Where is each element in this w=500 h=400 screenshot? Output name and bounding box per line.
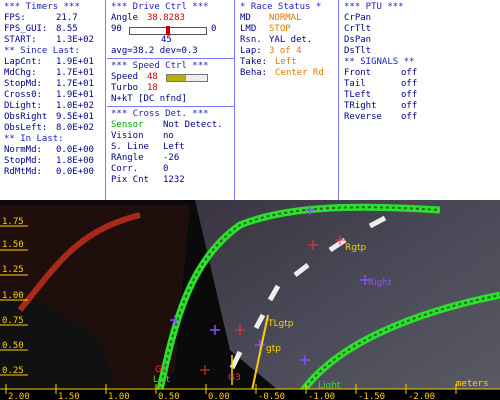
timers-panel: *** Timers *** FPS: 21.7 FPS_GUI: 8.55 STA… xyxy=(0,0,106,200)
speed-value: 48 xyxy=(147,72,158,82)
race-beha-row: Beha: Center Rd xyxy=(240,68,324,78)
drive-ctrl-title: *** Drive Ctrl *** xyxy=(111,2,209,12)
speed-gauge xyxy=(166,74,208,82)
rangle-row: RAngle -26 xyxy=(111,153,180,163)
corr-row: Corr. 0 xyxy=(111,164,169,174)
in-last-title: ** In Last: xyxy=(4,134,64,144)
in-last-row: RdMtMd: 0.0E+00 xyxy=(4,167,94,177)
race-take-row: Take: Left xyxy=(240,57,297,67)
ptu-item: CrPan xyxy=(344,13,372,23)
turbo-row: Turbo 18 xyxy=(111,83,158,93)
angle-row: Angle 38.8283 xyxy=(111,13,185,23)
tlgtp-label: TLgtp xyxy=(267,319,294,329)
since-row: MdChg: 1.7E+01 xyxy=(4,68,94,78)
angle-slider[interactable] xyxy=(129,26,207,35)
x-tick: -2.00 xyxy=(408,392,435,400)
race-lap-row: Lap: 3 of 4 xyxy=(240,46,302,56)
ptu-panel: *** PTU *** CrPan CrTlt DsPan DsTlt ** S… xyxy=(340,0,500,200)
ptu-item: CrTlt xyxy=(344,24,372,34)
speed-row: Speed 48 xyxy=(111,72,231,83)
since-row: DLight: 1.0E+02 xyxy=(4,101,94,111)
since-row: ObsLeft: 8.0E+02 xyxy=(4,123,94,133)
x-tick: -1.00 xyxy=(308,392,335,400)
divider xyxy=(107,58,234,59)
y-tick: 1.50 xyxy=(2,240,24,250)
in-last-row: StopMd: 1.8E+00 xyxy=(4,156,94,166)
race-status-panel: * Race Status * MD NORMAL LMD STOP Rsn. YAL… xyxy=(236,0,339,200)
sensor-row: Sensor Not Detect. xyxy=(111,120,223,130)
since-row: Cross0: 1.9E+01 xyxy=(4,90,94,100)
angle-slider-knob[interactable] xyxy=(166,26,170,35)
rgtp-label: Rgtp xyxy=(345,243,366,253)
x-axis-ticks: 2.00 1.50 1.00 0.50 0.00 -0.50 -1.00 -1.… xyxy=(8,392,435,400)
x-tick: -0.50 xyxy=(258,392,285,400)
timer-row: START: 1.3E+02 xyxy=(4,35,94,45)
since-row: ObsRight 9.5E+01 xyxy=(4,112,94,122)
ptu-item: DsTlt xyxy=(344,46,372,56)
signal-row: Tail off xyxy=(344,79,418,89)
ptu-item: DsPan xyxy=(344,35,372,45)
slider-value-row: 45 xyxy=(161,35,172,45)
right-label: Right xyxy=(368,278,392,288)
angle-value: 38.8283 xyxy=(147,13,185,23)
since-row: StopMd: 1.7E+01 xyxy=(4,79,94,89)
x-tick: 0.00 xyxy=(208,392,230,400)
left-label: Left xyxy=(153,375,170,385)
speed-ctrl-title: *** Speed Ctrl *** xyxy=(111,61,209,71)
since-last-title: ** Since Last: xyxy=(4,46,80,56)
camera-view: TLgtp Rgtp gtp Left Right G1 G3 Light 1.… xyxy=(0,200,500,400)
vision-row: Vision no xyxy=(111,131,174,141)
cross-det-title: *** Cross Det. *** xyxy=(111,109,209,119)
in-last-row: NormMd: 0.0E+00 xyxy=(4,145,94,155)
x-tick: 2.00 xyxy=(8,392,30,400)
signal-row: TRight off xyxy=(344,101,418,111)
gtp-label: gtp xyxy=(266,344,281,354)
x-tick: -1.50 xyxy=(358,392,385,400)
divider xyxy=(107,106,234,107)
y-tick: 1.25 xyxy=(2,265,24,275)
units-label: meters xyxy=(456,379,489,389)
x-tick: 1.50 xyxy=(58,392,80,400)
g1-label: G1 xyxy=(155,365,168,375)
timer-row: FPS: 21.7 xyxy=(4,13,78,23)
nkt-text: N+kT [DC nfnd] xyxy=(111,94,187,104)
camera-overlay: TLgtp Rgtp gtp Left Right G1 G3 Light 1.… xyxy=(0,200,500,400)
since-row: LapCnt: 1.9E+01 xyxy=(4,57,94,67)
x-tick: 0.50 xyxy=(158,392,180,400)
timer-row: FPS_GUI: 8.55 xyxy=(4,24,78,34)
signal-row: Reverse off xyxy=(344,112,418,122)
ptu-title: *** PTU *** xyxy=(344,2,404,12)
sline-row: S. Line Left xyxy=(111,142,185,152)
pix-cnt-row: Pix Cnt 1232 xyxy=(111,175,185,185)
signal-row: Front off xyxy=(344,68,418,78)
signals-title: ** SIGNALS ** xyxy=(344,57,415,67)
angle-slider-row: 90 0 xyxy=(111,24,217,35)
signal-row: TLeft off xyxy=(344,90,418,100)
g3-label: G3 xyxy=(228,373,241,383)
timers-title: *** Timers *** xyxy=(4,2,80,12)
x-tick: 1.00 xyxy=(108,392,130,400)
race-rsn-row: Rsn. YAL det. xyxy=(240,35,313,45)
drive-ctrl-panel: *** Drive Ctrl *** Angle 38.8283 90 0 45 … xyxy=(107,0,235,200)
avg-dev-text: avg=38.2 dev=0.3 xyxy=(111,46,198,56)
race-lmd-row: LMD STOP xyxy=(240,24,291,34)
race-status-title: * Race Status * xyxy=(240,2,322,12)
race-md-row: MD NORMAL xyxy=(240,13,302,23)
